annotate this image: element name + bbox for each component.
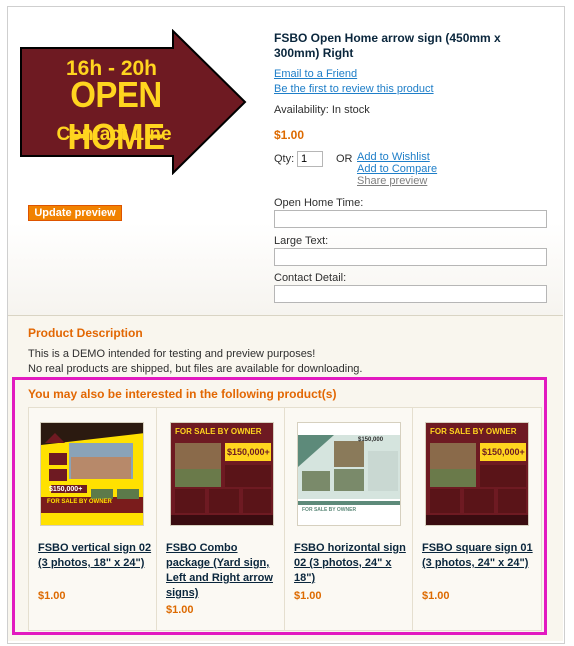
or-label: OR	[336, 153, 353, 165]
product-price: $1.00	[166, 604, 194, 616]
contact-detail-input[interactable]	[274, 285, 547, 303]
product-name-link[interactable]: FSBO square sign 01 (3 photos, 24" x 24"…	[422, 541, 537, 571]
thumb-price: $150,000+	[482, 447, 525, 457]
review-link[interactable]: Be the first to review this product	[274, 83, 434, 95]
qty-label: Qty:	[274, 153, 295, 165]
thumb-price: $150,000+	[227, 447, 270, 457]
related-products-grid: $150,000+ FOR SALE BY OWNER FSBO vertica…	[28, 407, 542, 631]
sign-preview: 16h - 20h OPEN HOME Contact Line	[19, 29, 247, 175]
add-to-compare-link[interactable]: Add to Compare	[357, 163, 437, 175]
thumb-heading: FOR SALE BY OWNER	[302, 507, 357, 513]
qty-input[interactable]	[297, 151, 323, 167]
update-preview-button[interactable]: Update preview	[28, 205, 122, 221]
option-label-large-text: Large Text:	[274, 235, 329, 247]
option-label-contact-detail: Contact Detail:	[274, 272, 347, 284]
availability-text: Availability: In stock	[274, 104, 370, 116]
related-item: FOR SALE BY OWNER $150,000+ FSBO square …	[413, 408, 541, 630]
product-thumbnail[interactable]: FOR SALE BY OWNER $150,000+	[425, 422, 529, 526]
email-friend-link[interactable]: Email to a Friend	[274, 68, 357, 80]
thumb-price: $150,000+	[49, 486, 83, 493]
house-photo-icon	[171, 423, 273, 525]
open-home-time-input[interactable]	[274, 210, 547, 228]
thumb-heading: FOR SALE BY OWNER	[430, 427, 517, 436]
product-name-link[interactable]: FSBO horizontal sign 02 (3 photos, 24" x…	[294, 541, 409, 586]
related-title: You may also be interested in the follow…	[28, 387, 337, 401]
description-title: Product Description	[28, 326, 143, 340]
product-thumbnail[interactable]: $150,000+ FOR SALE BY OWNER	[40, 422, 144, 526]
option-label-open-home-time: Open Home Time:	[274, 197, 364, 209]
share-preview-link[interactable]: Share preview	[357, 175, 427, 187]
house-photo-icon	[426, 423, 528, 525]
product-name-link[interactable]: FSBO Combo package (Yard sign, Left and …	[166, 541, 281, 601]
product-title: FSBO Open Home arrow sign (450mm x 300mm…	[274, 31, 501, 60]
related-item: $150,000+ FOR SALE BY OWNER FSBO vertica…	[29, 408, 157, 630]
product-price: $1.00	[38, 590, 66, 602]
description-line-1: This is a DEMO intended for testing and …	[28, 348, 316, 360]
large-text-input[interactable]	[274, 248, 547, 266]
product-name-link[interactable]: FSBO vertical sign 02 (3 photos, 18" x 2…	[38, 541, 153, 571]
related-item: $150,000 FOR SALE BY OWNER FSBO horizont…	[285, 408, 413, 630]
description-line-2: No real products are shipped, but files …	[28, 363, 363, 375]
house-photo-icon	[41, 423, 143, 525]
product-thumbnail[interactable]: FOR SALE BY OWNER $150,000+	[170, 422, 274, 526]
thumb-heading: FOR SALE BY OWNER	[175, 427, 262, 436]
thumb-price: $150,000	[358, 437, 384, 443]
product-price: $1.00	[274, 128, 305, 142]
thumb-heading: FOR SALE BY OWNER	[47, 499, 112, 505]
add-to-wishlist-link[interactable]: Add to Wishlist	[357, 151, 430, 163]
product-price: $1.00	[422, 590, 450, 602]
product-price: $1.00	[294, 590, 322, 602]
related-item: FOR SALE BY OWNER $150,000+ FSBO Combo p…	[157, 408, 285, 630]
product-thumbnail[interactable]: $150,000 FOR SALE BY OWNER	[297, 422, 401, 526]
sign-line-3: Contact Line	[56, 124, 172, 145]
